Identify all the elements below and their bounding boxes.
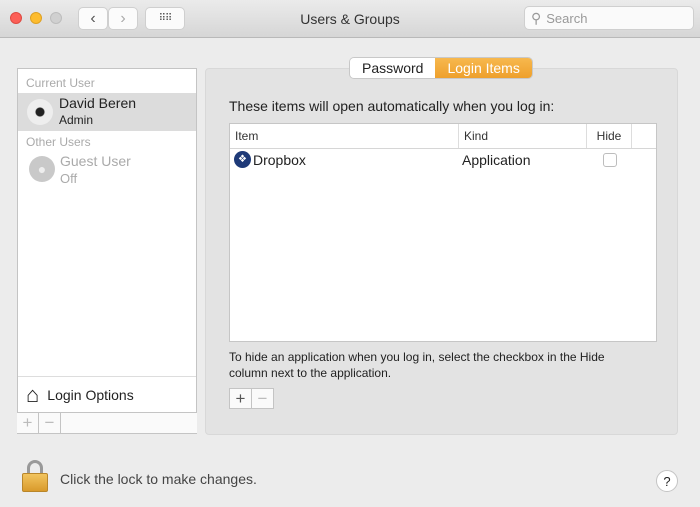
user-role: Admin xyxy=(59,113,94,127)
help-button[interactable]: ? xyxy=(656,470,678,492)
user-guest[interactable]: ● Guest User Off xyxy=(18,151,196,189)
search-placeholder: Search xyxy=(546,10,588,26)
dropbox-icon: ❖ xyxy=(234,151,251,168)
add-user-button[interactable]: + xyxy=(17,413,39,433)
lock-icon[interactable] xyxy=(22,460,48,492)
user-status: Off xyxy=(60,171,78,186)
column-item[interactable]: Item xyxy=(230,124,459,148)
search-icon: ⚲ xyxy=(531,9,542,26)
user-list: Current User David Beren Admin Other Use… xyxy=(17,68,197,434)
hint-text: To hide an application when you log in, … xyxy=(229,350,605,380)
intro-text: These items will open automatically when… xyxy=(229,98,555,114)
person-icon: ● xyxy=(29,156,55,182)
login-options-button[interactable]: ⌂ Login Options xyxy=(18,376,196,413)
column-kind[interactable]: Kind xyxy=(459,124,587,148)
tab-password[interactable]: Password xyxy=(350,58,436,78)
tab-bar: Password Login Items xyxy=(349,57,533,79)
user-david-beren[interactable]: David Beren Admin xyxy=(18,93,196,131)
item-name: Dropbox xyxy=(253,151,306,168)
search-input[interactable]: ⚲ Search xyxy=(524,6,694,30)
other-users-header: Other Users xyxy=(26,135,91,149)
user-name: David Beren xyxy=(59,95,137,111)
current-user-header: Current User xyxy=(26,76,95,90)
soccer-ball-avatar xyxy=(27,99,53,125)
column-hide[interactable]: Hide xyxy=(587,124,632,148)
item-add-remove: + − xyxy=(229,388,274,409)
remove-item-button[interactable]: − xyxy=(252,389,274,408)
lock-text: Click the lock to make changes. xyxy=(60,471,257,487)
table-row[interactable]: ❖ Dropbox Application xyxy=(230,149,656,170)
user-name: Guest User xyxy=(60,153,131,169)
tab-login-items[interactable]: Login Items xyxy=(435,58,532,78)
user-add-remove: + − xyxy=(17,412,197,433)
house-icon: ⌂ xyxy=(26,382,40,407)
add-item-button[interactable]: + xyxy=(230,389,252,408)
login-items-table: Item Kind Hide ❖ Dropbox Application xyxy=(229,123,657,342)
item-kind: Application xyxy=(462,151,531,168)
hide-checkbox[interactable] xyxy=(602,152,617,167)
login-options-label: Login Options xyxy=(47,387,134,403)
remove-user-button[interactable]: − xyxy=(39,413,61,433)
